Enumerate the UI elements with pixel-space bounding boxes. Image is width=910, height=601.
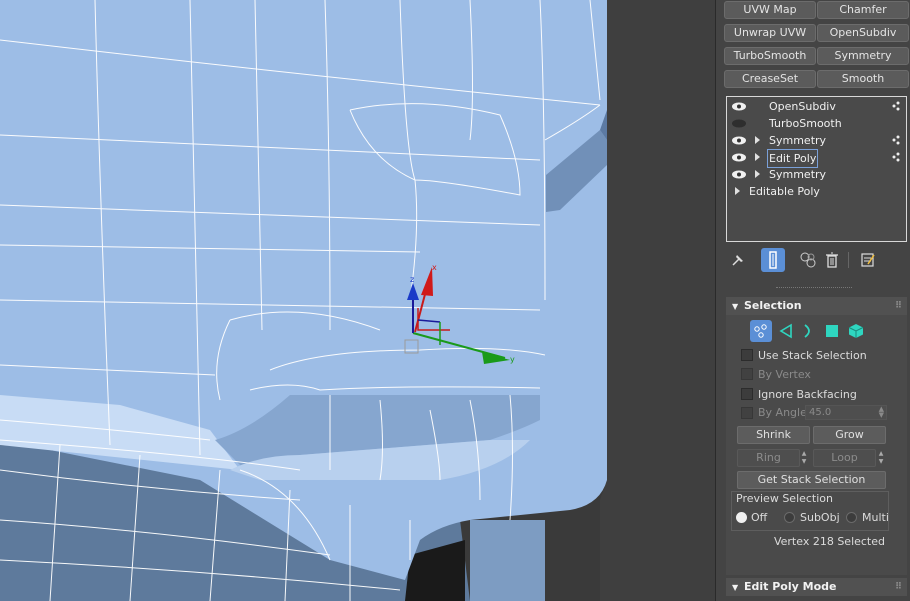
ring-spinner-icon[interactable]: ▲ ▼ (799, 450, 809, 466)
use-stack-selection-label: Use Stack Selection (758, 349, 867, 362)
uvw-map-button[interactable]: UVW Map (724, 1, 816, 19)
eye-off-icon[interactable] (731, 119, 747, 128)
expand-arrow-icon[interactable] (735, 187, 740, 195)
instance-dots-icon (892, 101, 900, 111)
by-angle-label: By Angle: (758, 406, 811, 419)
stack-item-label: OpenSubdiv (769, 100, 836, 113)
by-angle-checkbox[interactable] (741, 407, 753, 419)
toolbar-divider (848, 252, 849, 268)
eye-icon[interactable] (731, 170, 747, 179)
instance-dots-icon (892, 135, 900, 145)
angle-value: 45.0 (809, 407, 832, 418)
angle-spinner[interactable]: 45.0 ▲ ▼ (805, 405, 887, 420)
gizmo-y-label: y (510, 355, 515, 364)
show-end-result-icon (769, 251, 777, 269)
preview-subobj-radio[interactable] (784, 512, 795, 523)
preview-off-label: Off (751, 511, 768, 524)
edit-poly-mode-rollout-header[interactable]: ▼ Edit Poly Mode ⠿ (726, 578, 907, 596)
get-stack-selection-button[interactable]: Get Stack Selection (737, 471, 886, 489)
collapse-arrow-icon: ▼ (732, 302, 739, 311)
selection-rollout-header[interactable]: ▼ Selection ⠿ (726, 297, 907, 315)
rollout-title: Selection (744, 299, 802, 312)
element-icon[interactable] (846, 321, 866, 341)
vertex-mode-button[interactable] (750, 320, 772, 342)
opensubdiv-button[interactable]: OpenSubdiv (817, 24, 909, 42)
grip-icon: ⠿ (894, 301, 902, 311)
configure-modifier-sets-icon[interactable] (858, 250, 878, 270)
smooth-button[interactable]: Smooth (817, 70, 909, 88)
spinner-arrows-icon[interactable]: ▲ ▼ (879, 406, 884, 419)
by-vertex-checkbox[interactable] (741, 368, 753, 380)
stack-item-label: Editable Poly (749, 185, 820, 198)
stack-item-symmetry[interactable]: Symmetry (727, 166, 906, 183)
by-vertex-label: By Vertex (758, 368, 811, 381)
loop-spinner-icon[interactable]: ▲ ▼ (876, 450, 886, 466)
remove-modifier-icon[interactable] (822, 250, 842, 270)
collapse-arrow-icon: ▼ (732, 583, 739, 592)
preview-subobj-label: SubObj (800, 511, 840, 524)
loop-button[interactable]: Loop (813, 449, 876, 467)
ignore-backfacing-checkbox[interactable] (741, 388, 753, 400)
mesh-view[interactable]: y z x (0, 0, 715, 601)
edge-icon[interactable] (776, 321, 796, 341)
polygon-icon[interactable] (822, 321, 842, 341)
viewport[interactable]: y z x (0, 0, 715, 601)
grow-button[interactable]: Grow (813, 426, 886, 444)
stack-item-opensubdiv[interactable]: OpenSubdiv (727, 98, 906, 115)
use-stack-selection-checkbox[interactable] (741, 349, 753, 361)
instance-dots-icon (892, 152, 900, 162)
grip-icon: ⠿ (894, 582, 902, 592)
preview-multi-label: Multi (862, 511, 889, 524)
preview-selection-group: Preview Selection Off SubObj Multi (731, 491, 889, 531)
eye-icon[interactable] (731, 153, 747, 162)
pin-stack-icon[interactable] (728, 250, 748, 270)
expand-arrow-icon[interactable] (755, 170, 760, 178)
unwrap-uvw-button[interactable]: Unwrap UVW (724, 24, 816, 42)
panel-splitter[interactable] (776, 287, 852, 291)
stack-item-symmetry[interactable]: Symmetry (727, 132, 906, 149)
eye-icon[interactable] (731, 136, 747, 145)
stack-item-label: TurboSmooth (769, 117, 842, 130)
symmetry-button[interactable]: Symmetry (817, 47, 909, 65)
ring-button[interactable]: Ring (737, 449, 800, 467)
stack-item-label: Symmetry (769, 134, 827, 147)
make-unique-icon[interactable] (798, 250, 818, 270)
preview-off-radio[interactable] (736, 512, 747, 523)
gizmo-z-label: z (410, 275, 414, 284)
show-end-result-button[interactable] (761, 248, 785, 272)
preview-selection-label: Preview Selection (736, 492, 834, 505)
stack-item-editable-poly[interactable]: Editable Poly (727, 183, 906, 200)
preview-multi-radio[interactable] (846, 512, 857, 523)
gizmo-x-label: x (432, 263, 437, 272)
stack-item-edit-poly[interactable]: Edit Poly (727, 149, 906, 168)
ignore-backfacing-label: Ignore Backfacing (758, 388, 857, 401)
expand-arrow-icon[interactable] (755, 136, 760, 144)
eye-icon[interactable] (731, 102, 747, 111)
vertex-icon (754, 324, 767, 338)
command-panel: UVW Map Chamfer Unwrap UVW OpenSubdiv Tu… (715, 0, 910, 601)
chamfer-button[interactable]: Chamfer (817, 1, 909, 19)
shrink-button[interactable]: Shrink (737, 426, 810, 444)
expand-arrow-icon[interactable] (755, 153, 760, 161)
modifier-stack[interactable]: OpenSubdiv TurboSmooth Symmetry Edit Pol… (726, 96, 907, 242)
turbosmooth-button[interactable]: TurboSmooth (724, 47, 816, 65)
stack-item-turbosmooth[interactable]: TurboSmooth (727, 115, 906, 132)
creaseset-button[interactable]: CreaseSet (724, 70, 816, 88)
stack-item-label: Symmetry (769, 168, 827, 181)
rollout-title: Edit Poly Mode (744, 580, 837, 593)
border-icon[interactable] (798, 321, 818, 341)
selection-status-text: Vertex 218 Selected (773, 535, 885, 548)
